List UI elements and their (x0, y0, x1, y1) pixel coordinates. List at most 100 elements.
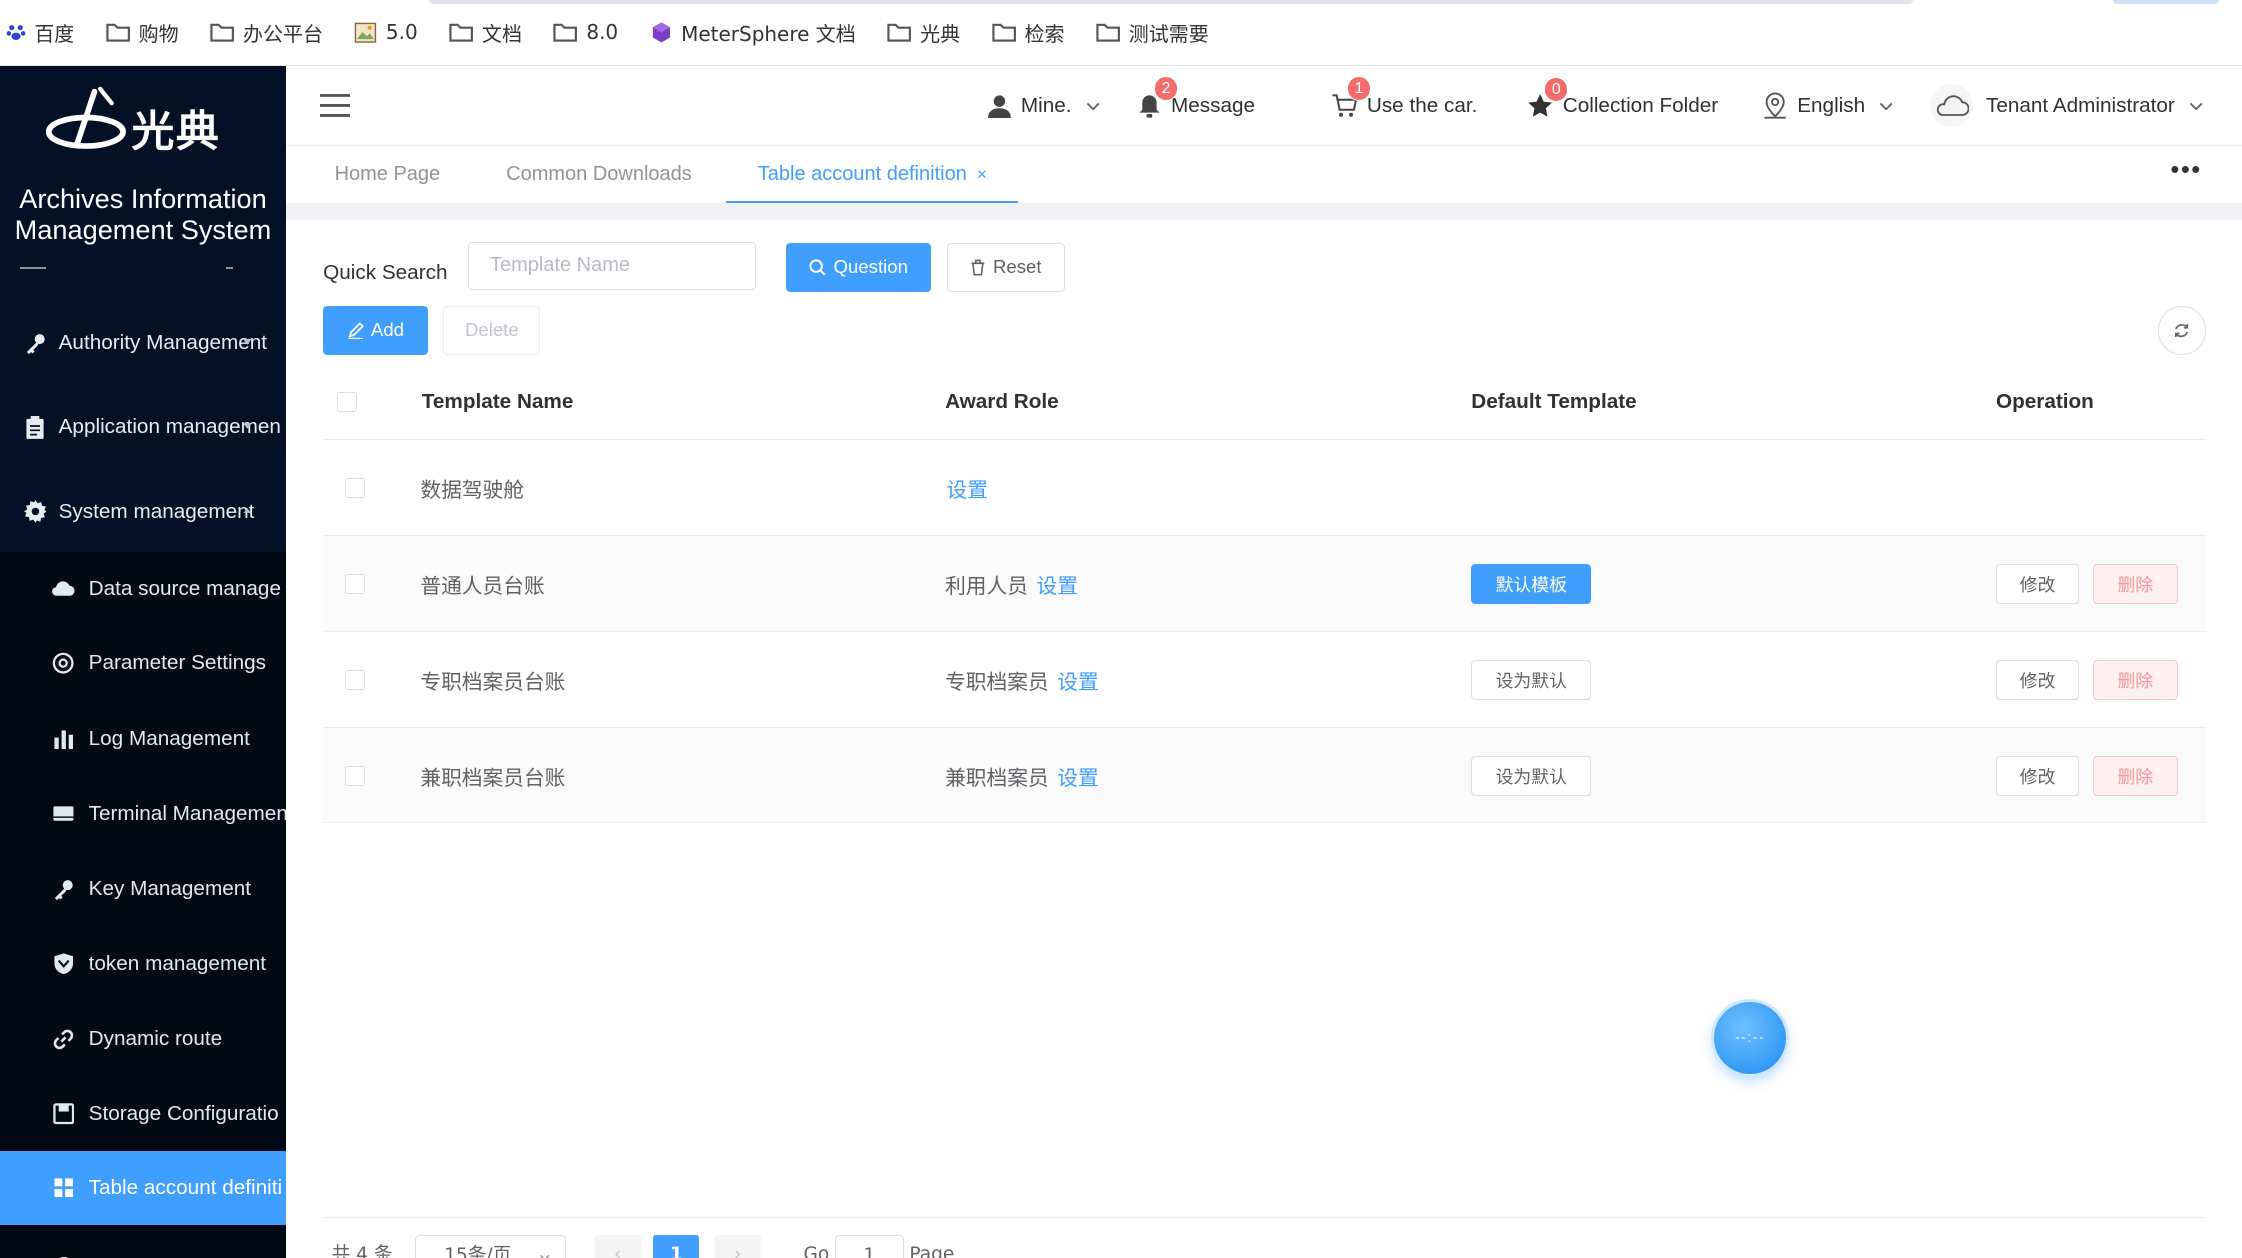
bookmark-label: 5.0 (385, 20, 418, 45)
goto-page-input[interactable]: 1 (834, 1235, 904, 1258)
divider (20, 267, 46, 269)
submenu-dynamic-route[interactable]: Dynamic route (0, 1002, 286, 1076)
edit-button[interactable]: 修改 (1995, 564, 2079, 605)
submenu-label: Storage Configuratio (88, 1101, 279, 1125)
cart-button[interactable]: 1 Use the car. (1331, 66, 1477, 146)
logo-text: 光典 (131, 107, 221, 158)
role-setting-link[interactable]: 设置 (1057, 761, 1098, 791)
cloud-icon (1930, 84, 1974, 128)
collection-label: Collection Folder (1562, 93, 1719, 117)
page-size-select[interactable]: 15条/页 (414, 1235, 567, 1258)
submenu-label: Terminal Managemen (88, 801, 286, 825)
submenu-storage-configuration[interactable]: Storage Configuratio (0, 1077, 286, 1151)
bookmark-label: 购物 (138, 21, 179, 46)
page-number-current[interactable]: 1 (653, 1235, 700, 1258)
floating-assistant-ball[interactable]: --:-- (1714, 1002, 1786, 1074)
bookmark-metersphere[interactable]: MeterSphere 文档 (650, 18, 856, 47)
top-header: Mine. 2 Message 1 Use the car. 0 Collect… (285, 65, 2242, 146)
menu-application-management[interactable]: Application managemen (0, 386, 286, 469)
bookmark-baidu[interactable]: 百度 (6, 18, 75, 47)
role-setting-link[interactable]: 设置 (1057, 665, 1098, 695)
bell-icon: 2 (1138, 76, 1179, 118)
tenant-role-selector[interactable]: Tenant Administrator (1930, 66, 2203, 146)
goto-label: Go (803, 1244, 830, 1258)
metersphere-cube-icon (652, 22, 670, 43)
select-all-checkbox[interactable] (337, 391, 358, 412)
column-award-role[interactable]: Award Role (945, 363, 1059, 440)
trash-icon (971, 259, 985, 276)
delete-row-button[interactable]: 删除 (2093, 564, 2178, 605)
language-selector[interactable]: English (1763, 66, 1894, 146)
cart-badge: 1 (1346, 76, 1372, 101)
chevron-down-icon (1086, 102, 1100, 110)
key-icon (51, 877, 75, 901)
menu-authority-management[interactable]: Authority Management (0, 302, 286, 385)
submenu-log-management[interactable]: Log Management (0, 702, 286, 776)
edit-icon (348, 321, 364, 339)
bookmark-search[interactable]: 检索 (991, 18, 1064, 47)
bookmark-shopping[interactable]: 购物 (106, 18, 179, 47)
set-default-button[interactable]: 设为默认 (1471, 755, 1592, 796)
submenu-parameter-settings[interactable]: Parameter Settings (0, 626, 286, 700)
query-button[interactable]: Question (786, 243, 931, 292)
logo-icon (45, 86, 126, 149)
app-logo[interactable]: 光典 (43, 86, 229, 157)
bookmark-label: 文档 (482, 21, 523, 46)
delete-row-button[interactable]: 删除 (2093, 755, 2178, 796)
tab-common-downloads[interactable]: Common Downloads (506, 146, 692, 203)
role-setting-link[interactable]: 设置 (1037, 569, 1078, 599)
role-setting-link[interactable]: 设置 (947, 473, 988, 503)
bookmark-5-0[interactable]: 5.0 (354, 20, 418, 45)
bookmark-docs[interactable]: 文档 (449, 18, 522, 47)
role-name: 专职档案员 (945, 669, 1049, 694)
row-checkbox[interactable] (344, 728, 365, 824)
submenu-label: Table account definiti (88, 1176, 283, 1200)
submenu-terminal-management[interactable]: Terminal Managemen (0, 776, 286, 850)
close-icon[interactable]: × (977, 164, 987, 184)
user-name: Mine. (1020, 93, 1072, 117)
folder-icon (210, 24, 235, 43)
prev-page-button[interactable]: ‹ (594, 1235, 641, 1258)
submenu-next[interactable] (0, 1227, 286, 1258)
bookmark-8-0[interactable]: 8.0 (553, 20, 618, 44)
cart-label: Use the car. (1366, 93, 1478, 117)
tab-table-account-definition[interactable]: Table account definition × (726, 146, 1019, 204)
collection-folder-button[interactable]: 0 Collection Folder (1528, 66, 1718, 146)
user-menu[interactable]: Mine. (987, 66, 1100, 146)
next-page-button[interactable]: › (714, 1235, 761, 1258)
reset-button[interactable]: Reset (946, 243, 1066, 292)
column-operation[interactable]: Operation (1996, 363, 2094, 440)
default-template-button[interactable]: 默认模板 (1471, 564, 1592, 605)
delete-row-button[interactable]: 删除 (2093, 659, 2178, 700)
bookmark-office[interactable]: 办公平台 (210, 18, 323, 47)
edit-button[interactable]: 修改 (1995, 659, 2079, 700)
submenu-key-management[interactable]: Key Management (0, 852, 286, 926)
row-checkbox[interactable] (344, 440, 365, 536)
template-name-search-input[interactable] (467, 241, 757, 291)
add-button[interactable]: Add (323, 305, 428, 355)
bar-chart-icon (51, 727, 75, 751)
submenu-data-source[interactable]: Data source manage (0, 552, 286, 626)
bookmark-label: 百度 (34, 21, 75, 46)
tab-home-page[interactable]: Home Page (335, 146, 441, 203)
submenu-token-management[interactable]: token management (0, 926, 286, 1000)
language-label: English (1797, 93, 1866, 117)
bookmark-guangdian[interactable]: 光典 (887, 18, 960, 47)
edit-button[interactable]: 修改 (1995, 755, 2079, 796)
submenu-table-account-definition[interactable]: Table account definiti (0, 1150, 286, 1226)
refresh-button[interactable] (2157, 305, 2207, 355)
more-options-icon[interactable]: ••• (2170, 157, 2200, 186)
hamburger-menu-icon[interactable] (320, 94, 351, 118)
page-size-value: 15条/页 (444, 1245, 512, 1258)
column-template-name[interactable]: Template Name (422, 363, 574, 440)
role-name: 利用人员 (945, 574, 1028, 599)
row-checkbox[interactable] (344, 536, 365, 632)
column-default-template[interactable]: Default Template (1471, 363, 1636, 440)
menu-system-management[interactable]: System management (0, 470, 286, 553)
message-button[interactable]: 2 Message (1138, 66, 1255, 146)
menu-label: System management (58, 499, 255, 523)
set-default-button[interactable]: 设为默认 (1471, 659, 1592, 700)
row-checkbox[interactable] (344, 632, 365, 728)
bookmark-test-needs[interactable]: 测试需要 (1096, 18, 1209, 47)
delete-button[interactable]: Delete (443, 305, 541, 355)
